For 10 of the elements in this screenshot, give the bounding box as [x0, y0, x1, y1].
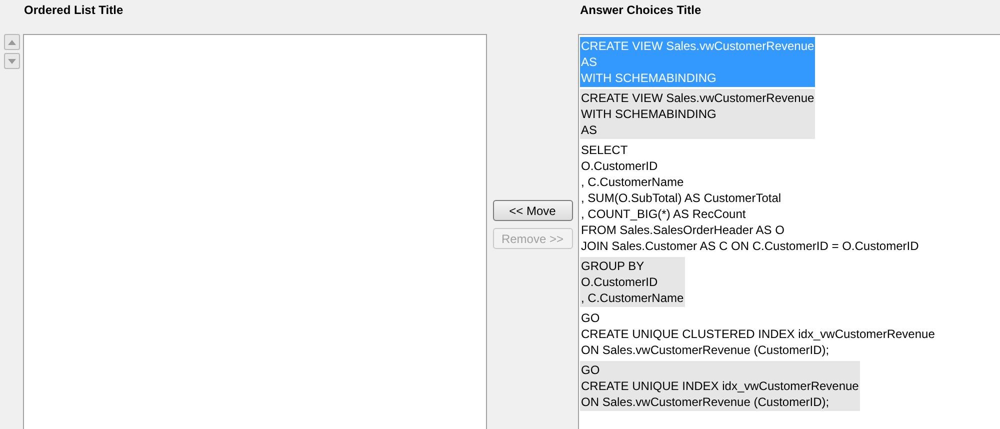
triangle-down-icon — [8, 58, 16, 64]
move-down-button[interactable] — [4, 53, 20, 69]
move-button[interactable]: << Move — [492, 200, 572, 221]
triangle-up-icon — [8, 40, 16, 44]
choice-item[interactable]: GO CREATE UNIQUE INDEX idx_vwCustomerRevenue ON Sales.vwCustomerRevenue (CustomerID); — [580, 361, 860, 411]
list-title: Ordered List Title — [24, 2, 124, 19]
choice-item[interactable]: CREATE VIEW Sales.vwCustomerRevenue WITH SCHEMABINDING AS — [580, 89, 816, 139]
choice-item[interactable]: GROUP BY O.CustomerID , C.CustomerName — [580, 257, 685, 307]
move-up-button[interactable] — [4, 34, 20, 50]
choices-title: Answer Choices Title — [580, 2, 702, 19]
